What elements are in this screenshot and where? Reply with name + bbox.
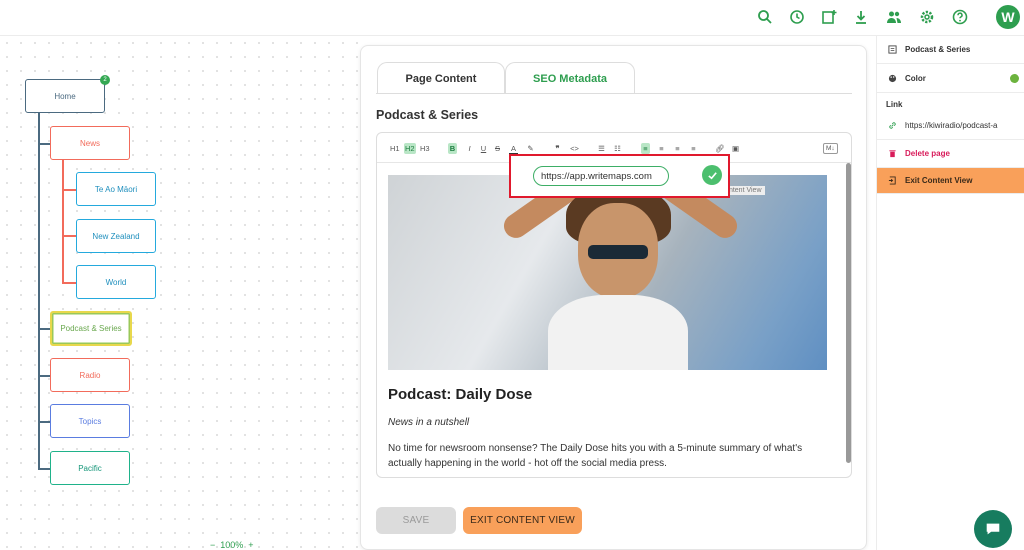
- heading-1-button[interactable]: H1: [390, 143, 400, 154]
- markdown-icon[interactable]: M↓: [823, 143, 838, 154]
- node-label: News: [79, 138, 100, 148]
- node-topics[interactable]: Topics: [50, 404, 130, 438]
- link-icon: [887, 121, 897, 131]
- right-sidebar: Podcast & Series Color Link https://kiwi…: [876, 36, 1024, 550]
- heading-3-button[interactable]: H3: [420, 143, 430, 154]
- delete-page-button[interactable]: Delete page: [877, 140, 1024, 168]
- delete-page-label: Delete page: [905, 149, 950, 158]
- article-subtitle[interactable]: News in a nutshell: [388, 417, 469, 428]
- node-label: Pacific: [78, 463, 102, 473]
- node-new-zealand[interactable]: New Zealand: [76, 219, 156, 253]
- exit-content-view-label: Exit Content View: [905, 176, 973, 185]
- align-right-icon[interactable]: ≡: [673, 143, 682, 154]
- node-home[interactable]: Home: [25, 79, 105, 113]
- node-label: World: [105, 277, 127, 287]
- trash-icon: [887, 149, 897, 159]
- ordered-list-icon[interactable]: ☷: [613, 143, 622, 154]
- zoom-controls[interactable]: − 100% +: [210, 540, 254, 550]
- bullet-list-icon[interactable]: ☰: [597, 143, 606, 154]
- page-icon: [887, 45, 897, 55]
- node-label: Podcast & Series: [60, 324, 122, 333]
- tree-connector: [62, 235, 76, 237]
- article-title[interactable]: Podcast: Daily Dose: [388, 386, 532, 403]
- tab-page-content[interactable]: Page Content: [377, 62, 505, 94]
- tree-connector: [62, 189, 76, 191]
- node-radio[interactable]: Radio: [50, 358, 130, 392]
- node-news[interactable]: News: [50, 126, 130, 160]
- color-swatch[interactable]: [1010, 74, 1019, 83]
- exit-icon: [887, 176, 897, 186]
- tree-connector: [62, 160, 64, 283]
- sidebar-color[interactable]: Color: [877, 65, 1024, 93]
- font-color-button[interactable]: A: [509, 143, 518, 154]
- notification-badge: 2: [100, 75, 110, 85]
- tab-seo-metadata[interactable]: SEO Metadata: [505, 62, 635, 94]
- node-pacific[interactable]: Pacific: [50, 451, 130, 485]
- top-toolbar: W: [0, 0, 1024, 36]
- image-icon[interactable]: ▣: [731, 143, 740, 154]
- zoom-level: 100%: [220, 540, 244, 550]
- sidebar-link-value: https://kiwiradio/podcast-a: [905, 121, 998, 130]
- user-avatar[interactable]: W: [996, 5, 1020, 29]
- sidebar-page-name[interactable]: Podcast & Series: [877, 36, 1024, 64]
- hero-image: [388, 175, 827, 370]
- download-icon[interactable]: [852, 8, 870, 26]
- exit-content-view-sidebar-button[interactable]: Exit Content View: [877, 168, 1024, 194]
- link-heading: Link: [886, 100, 903, 109]
- link-popup: https://app.writemaps.com: [509, 154, 730, 198]
- editor-scrollbar[interactable]: [846, 163, 851, 463]
- underline-button[interactable]: U: [479, 143, 488, 154]
- chat-button[interactable]: [974, 510, 1012, 548]
- confirm-link-button[interactable]: [702, 165, 722, 185]
- tree-connector: [62, 282, 76, 284]
- node-label: Topics: [78, 416, 102, 426]
- tab-label: SEO Metadata: [533, 72, 607, 85]
- editor-content[interactable]: Content View Podcast: Daily Dose News in…: [377, 163, 847, 477]
- users-icon[interactable]: [885, 8, 903, 26]
- tab-divider: [376, 93, 852, 94]
- node-te-ao-maori[interactable]: Te Ao Māori: [76, 172, 156, 206]
- highlight-icon[interactable]: ✎: [526, 143, 535, 154]
- strikethrough-button[interactable]: S: [493, 143, 502, 154]
- node-label: Home: [54, 91, 76, 101]
- add-page-icon[interactable]: [820, 8, 838, 26]
- align-justify-icon[interactable]: ≡: [689, 143, 698, 154]
- heading-2-button[interactable]: H2: [404, 143, 416, 154]
- palette-icon: [887, 74, 897, 84]
- article-body[interactable]: No time for newsroom nonsense? The Daily…: [388, 441, 828, 471]
- history-icon[interactable]: [788, 8, 806, 26]
- italic-button[interactable]: I: [465, 143, 474, 154]
- node-podcast-series[interactable]: Podcast & Series: [50, 311, 132, 346]
- quote-icon[interactable]: ❞: [553, 143, 562, 154]
- bold-button[interactable]: B: [448, 143, 457, 154]
- node-label: Radio: [79, 370, 101, 380]
- page-title: Podcast & Series: [376, 108, 479, 122]
- node-label: New Zealand: [92, 231, 140, 241]
- node-world[interactable]: World: [76, 265, 156, 299]
- search-icon[interactable]: [756, 8, 774, 26]
- link-icon[interactable]: 🔗︎: [715, 143, 725, 154]
- align-left-icon[interactable]: ≡: [641, 143, 650, 154]
- code-icon[interactable]: <>: [570, 143, 579, 154]
- sidebar-link[interactable]: https://kiwiradio/podcast-a: [877, 112, 1024, 140]
- sidebar-color-label: Color: [905, 74, 926, 83]
- sidebar-page-label: Podcast & Series: [905, 45, 971, 54]
- exit-content-view-button[interactable]: EXIT CONTENT VIEW: [463, 507, 582, 534]
- align-center-icon[interactable]: ≡: [657, 143, 666, 154]
- help-icon[interactable]: [951, 8, 969, 26]
- content-panel: Page Content SEO Metadata Podcast & Seri…: [360, 45, 867, 550]
- node-label: Te Ao Māori: [94, 184, 138, 194]
- save-button[interactable]: SAVE: [376, 507, 456, 534]
- link-url-input[interactable]: https://app.writemaps.com: [533, 166, 669, 186]
- check-icon: [707, 171, 717, 179]
- gear-icon[interactable]: [918, 8, 936, 26]
- tree-connector: [38, 113, 40, 470]
- chat-icon: [986, 523, 1000, 535]
- tab-label: Page Content: [405, 72, 477, 85]
